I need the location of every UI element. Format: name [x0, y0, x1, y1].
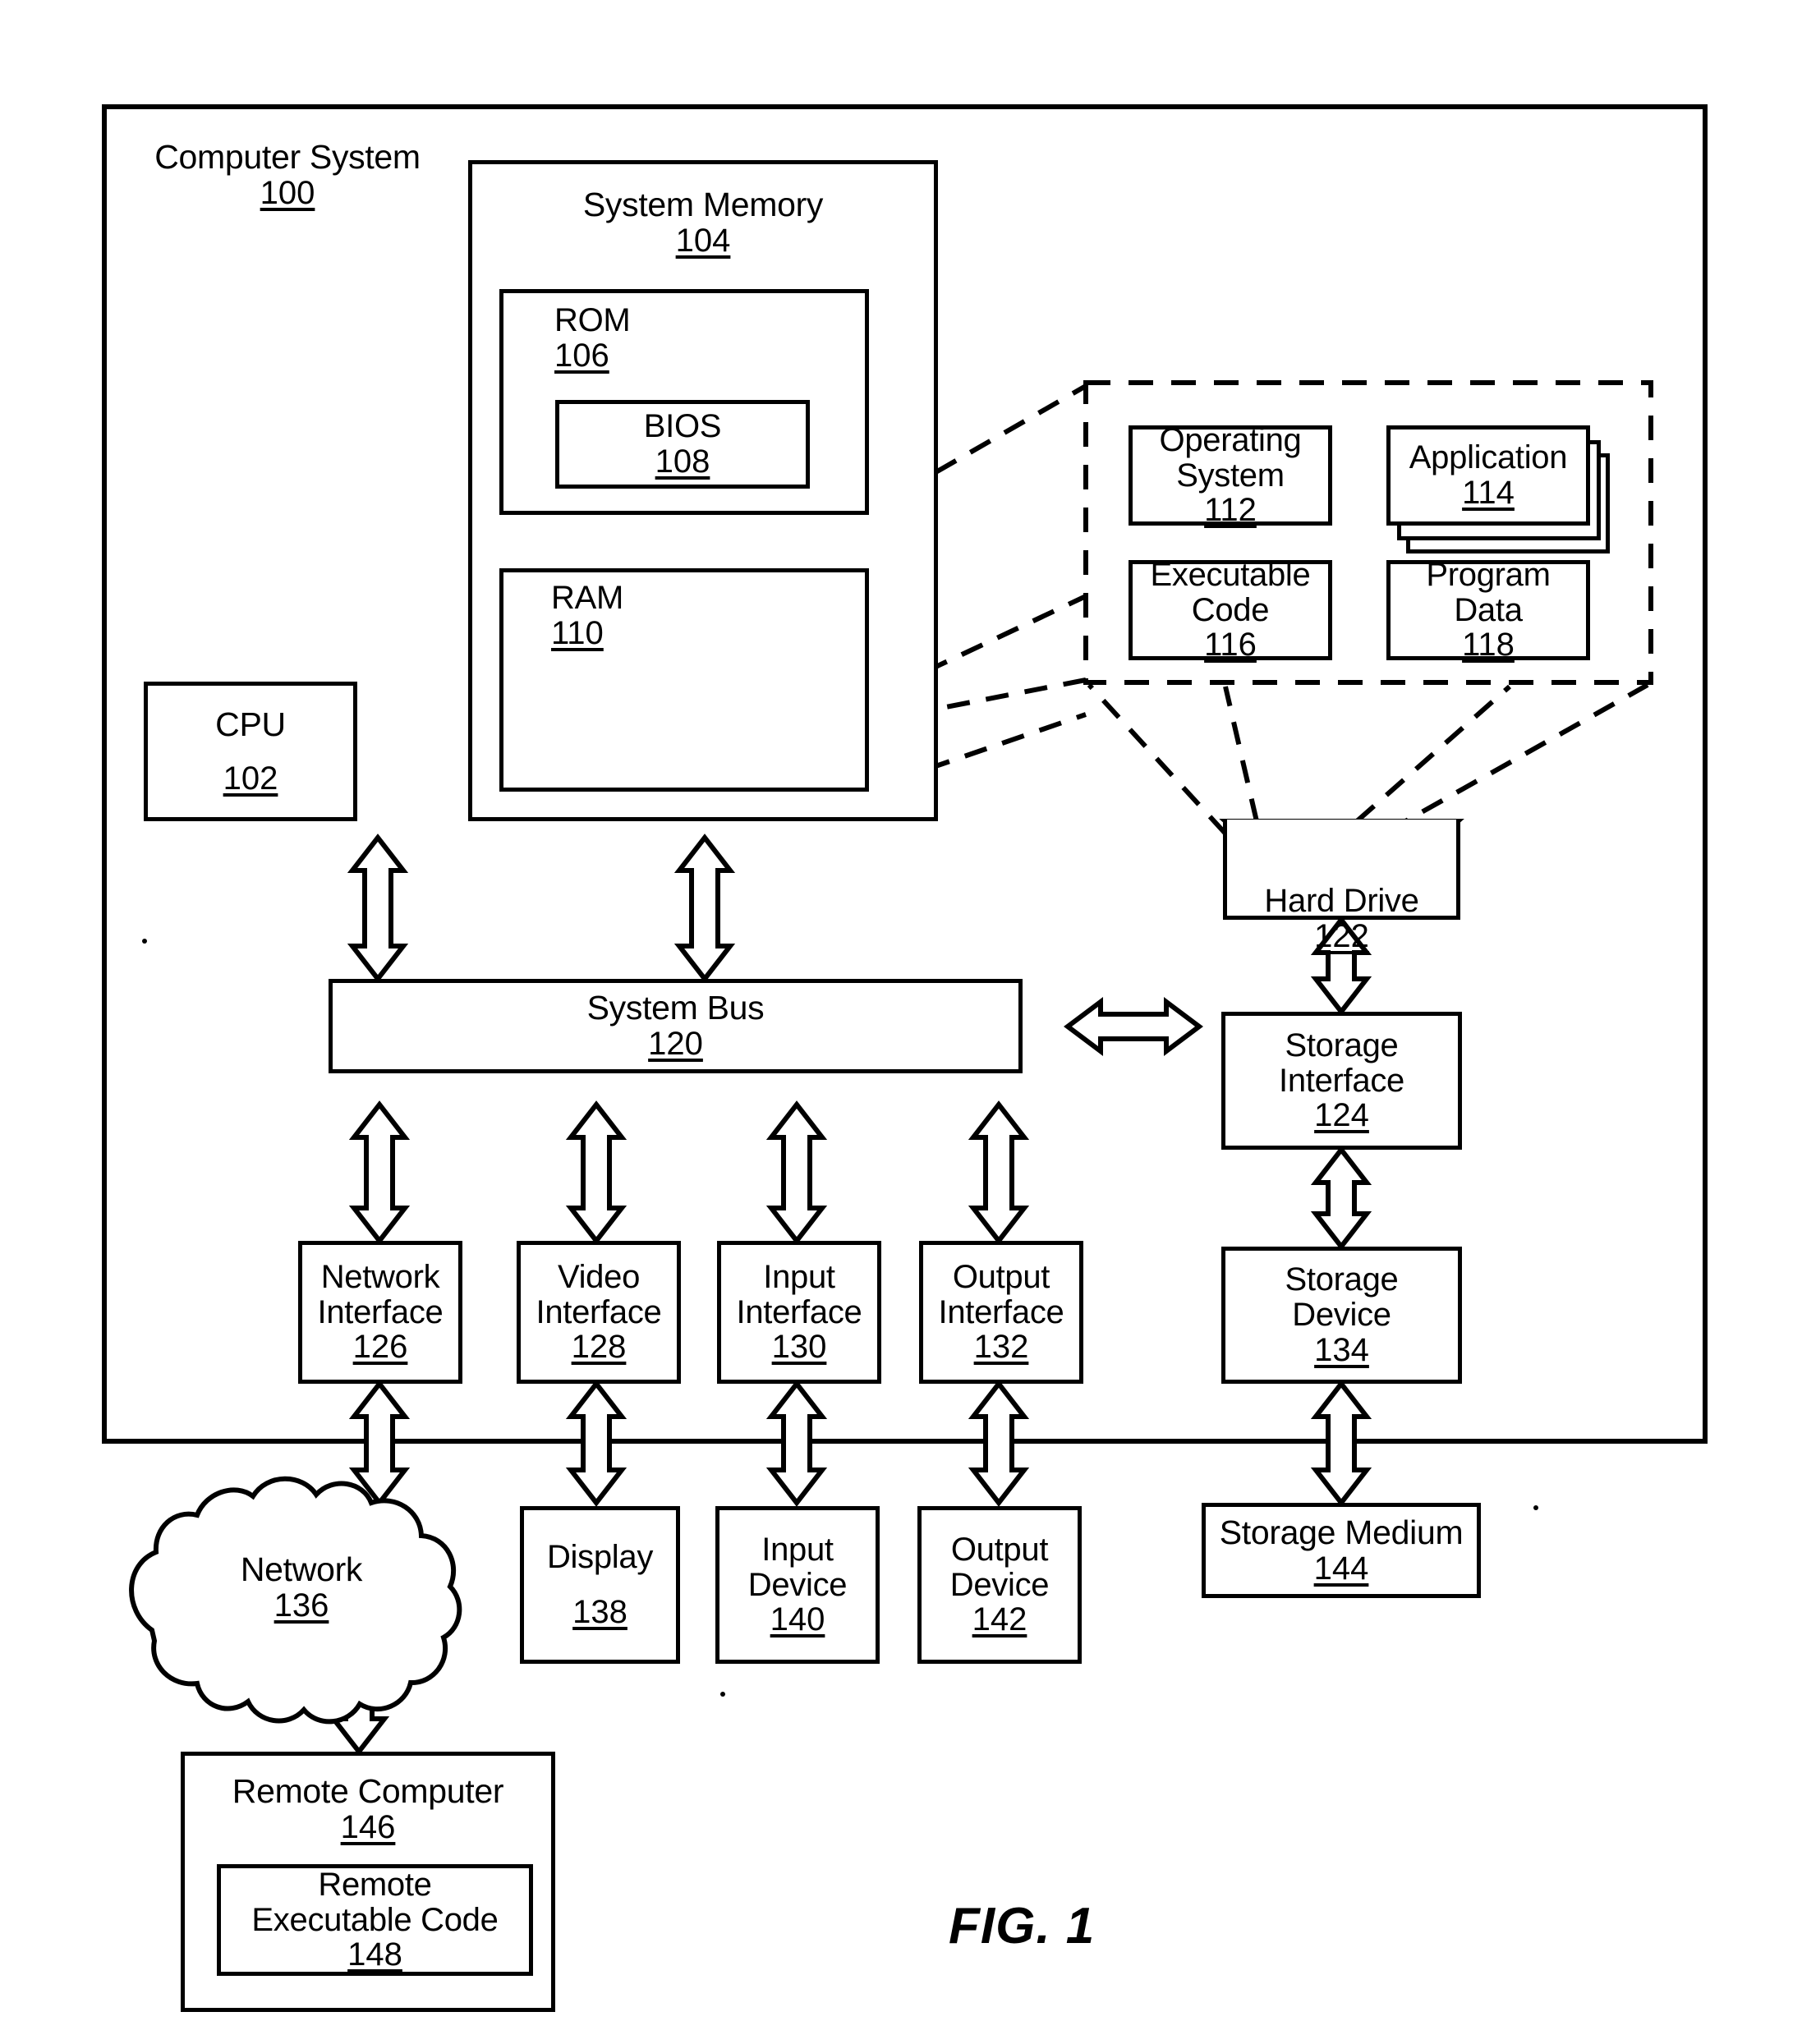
storage-device-title: Storage Device [1285, 1261, 1399, 1334]
hard-drive-title: Hard Drive [1264, 883, 1419, 919]
scan-speck [720, 1692, 725, 1697]
arrow-cpu-bus [347, 834, 409, 983]
arrow-outputinterface-outputdevice [968, 1380, 1030, 1507]
network-interface-title: Network Interface [317, 1258, 444, 1330]
computer-system-title: Computer System [154, 138, 421, 176]
storage-interface-box[interactable]: Storage Interface 124 [1221, 1012, 1462, 1150]
remote-executable-code-title: Remote Executable Code [251, 1866, 499, 1938]
bios-number: 108 [655, 443, 710, 480]
arrow-network-remotecomputer [328, 1667, 390, 1756]
output-device-title: Output Device [949, 1531, 1050, 1603]
input-device-title: Input Device [747, 1531, 848, 1603]
application-title: Application [1409, 439, 1568, 476]
storage-device-box[interactable]: Storage Device 134 [1221, 1247, 1462, 1384]
figure-caption: FIG. 1 [949, 1898, 1096, 1954]
display-title: Display [546, 1539, 654, 1576]
video-interface-box[interactable]: Video Interface 128 [517, 1241, 681, 1384]
remote-computer-number: 146 [340, 1808, 396, 1845]
video-interface-title: Video Interface [536, 1258, 662, 1330]
storage-interface-number: 124 [1314, 1097, 1369, 1134]
system-memory-title: System Memory [582, 186, 824, 223]
input-device-box[interactable]: Input Device 140 [715, 1506, 880, 1664]
storage-medium-title: Storage Medium [1219, 1513, 1464, 1551]
cpu-box[interactable]: CPU 102 [144, 682, 357, 821]
patent-figure-1: Computer System 100 System Memory 104 RO… [0, 0, 1802, 2044]
output-device-box[interactable]: Output Device 142 [917, 1506, 1082, 1664]
ram-title: RAM [551, 580, 623, 616]
output-interface-title: Output Interface [938, 1258, 1064, 1330]
output-interface-box[interactable]: Output Interface 132 [919, 1241, 1083, 1384]
hard-drive-box[interactable]: Hard Drive 122 [1223, 820, 1460, 953]
computer-system-number: 100 [260, 174, 315, 211]
operating-system-title: Operating System [1159, 421, 1302, 494]
system-bus-number: 120 [648, 1026, 703, 1063]
bios-box[interactable]: BIOS 108 [555, 400, 810, 489]
executable-code-number: 116 [1204, 627, 1257, 664]
input-interface-number: 130 [771, 1329, 827, 1366]
arrow-inputinterface-inputdevice [765, 1380, 828, 1507]
operating-system-box[interactable]: Operating System 112 [1129, 421, 1332, 529]
arrow-bus-output-interface [968, 1100, 1030, 1245]
executable-code-box[interactable]: Executable Code 116 [1129, 556, 1332, 664]
ram-box[interactable]: RAM 110 [499, 568, 869, 792]
hard-drive-callout-leader-lines [1087, 682, 1649, 836]
output-device-number: 142 [972, 1601, 1027, 1638]
input-interface-title: Input Interface [736, 1258, 862, 1330]
remote-executable-code-box[interactable]: Remote Executable Code 148 [217, 1864, 533, 1976]
application-number: 114 [1462, 475, 1515, 511]
arrow-bus-input-interface [765, 1100, 828, 1245]
network-interface-box[interactable]: Network Interface 126 [298, 1241, 462, 1384]
arrow-storageinterface-storagedevice [1310, 1146, 1372, 1251]
display-box[interactable]: Display 138 [520, 1506, 680, 1664]
cpu-number: 102 [223, 760, 278, 797]
storage-device-number: 134 [1314, 1331, 1369, 1368]
storage-interface-title: Storage Interface [1279, 1027, 1404, 1099]
system-memory-number: 104 [675, 222, 731, 259]
executable-code-title: Executable Code [1150, 556, 1311, 628]
cpu-title: CPU [215, 705, 286, 743]
program-data-number: 118 [1462, 627, 1515, 664]
network-title: Network [240, 1550, 363, 1588]
arrow-storagedevice-storagemedium [1310, 1380, 1372, 1507]
storage-medium-number: 144 [1313, 1550, 1369, 1587]
arrow-bus-video-interface [565, 1100, 627, 1245]
input-device-number: 140 [770, 1601, 825, 1638]
program-data-box[interactable]: Program Data 118 [1386, 556, 1590, 664]
input-interface-box[interactable]: Input Interface 130 [717, 1241, 881, 1384]
scan-speck [1533, 1505, 1538, 1510]
computer-system-title-group: Computer System 100 [152, 138, 423, 211]
rom-number: 106 [554, 337, 609, 374]
display-number: 138 [572, 1594, 627, 1630]
ram-number: 110 [551, 614, 604, 651]
scan-speck [142, 939, 147, 944]
program-data-title: Program Data [1426, 556, 1551, 628]
system-bus-box[interactable]: System Bus 120 [329, 979, 1023, 1073]
arrow-bus-storageinterface [1064, 997, 1203, 1056]
arrow-networkinterface-network [348, 1380, 411, 1507]
application-box[interactable]: Application 114 [1386, 425, 1590, 526]
system-bus-title: System Bus [586, 989, 765, 1027]
hard-drive-number: 122 [1314, 917, 1369, 954]
bios-title: BIOS [643, 408, 722, 445]
arrow-videointerface-display [565, 1380, 627, 1507]
output-interface-number: 132 [973, 1329, 1029, 1366]
network-cloud-label-group: Network 136 [207, 1550, 396, 1624]
remote-executable-code-number: 148 [347, 1936, 402, 1973]
arrow-bus-network-interface [348, 1100, 411, 1245]
remote-computer-title: Remote Computer [232, 1772, 504, 1810]
storage-medium-box[interactable]: Storage Medium 144 [1202, 1503, 1481, 1598]
operating-system-number: 112 [1204, 492, 1257, 529]
network-interface-number: 126 [352, 1329, 408, 1366]
network-number: 136 [274, 1587, 329, 1624]
arrow-memory-bus [673, 834, 736, 983]
video-interface-number: 128 [571, 1329, 627, 1366]
rom-title: ROM [554, 302, 631, 338]
